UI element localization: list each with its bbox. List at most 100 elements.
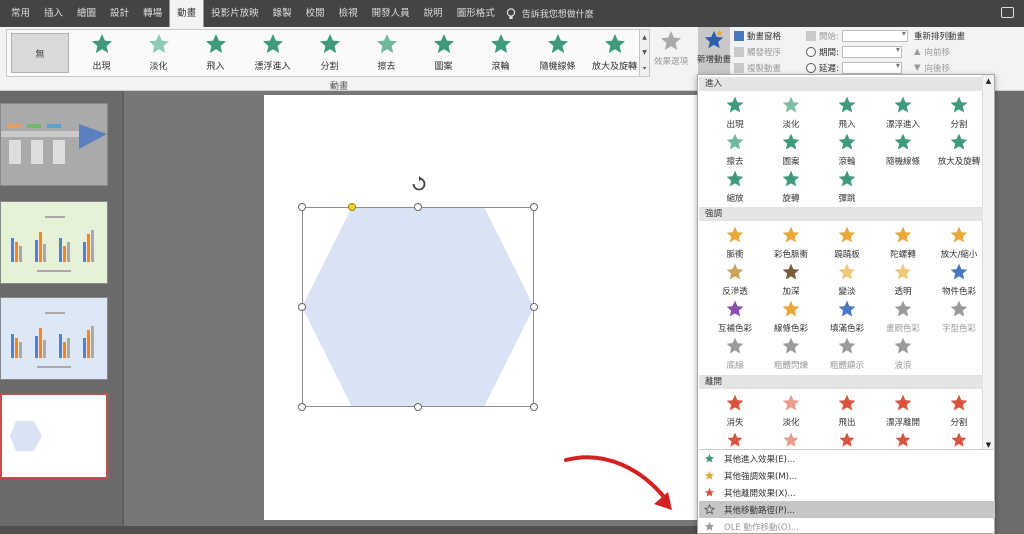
animation-effect-item[interactable]: 畫刷色彩 xyxy=(874,299,932,334)
add-animation-button[interactable]: 新增動畫 xyxy=(697,27,731,75)
animation-effect-item[interactable] xyxy=(818,431,876,449)
animation-effect-item[interactable]: 縮放 xyxy=(706,169,764,204)
animation-effect-item[interactable]: 變淡 xyxy=(818,262,876,297)
move-earlier-button[interactable]: ▲ 向前移 xyxy=(914,45,965,58)
tab-item[interactable]: 動畫 xyxy=(169,0,205,27)
tab-item[interactable]: 開發人員 xyxy=(365,0,417,27)
animation-effect-item[interactable]: 彩色脈衝 xyxy=(762,225,820,260)
adjust-handle[interactable] xyxy=(348,203,356,211)
gallery-item[interactable]: 漂浮進入 xyxy=(244,30,301,76)
gallery-item[interactable]: 飛入 xyxy=(187,30,244,76)
animation-effect-item[interactable]: 淡化 xyxy=(762,95,820,130)
animation-effect-item[interactable]: 反滲透 xyxy=(706,262,764,297)
comments-icon[interactable] xyxy=(1001,7,1014,18)
animation-effect-item[interactable] xyxy=(874,431,932,449)
gallery-item[interactable]: 圖案 xyxy=(415,30,472,76)
slide-thumbnail[interactable] xyxy=(0,297,108,380)
animation-effect-item[interactable]: 放大/縮小 xyxy=(930,225,988,260)
animation-effect-item[interactable]: 旋轉 xyxy=(762,169,820,204)
animation-effect-item[interactable]: 隨機線條 xyxy=(874,132,932,167)
tab-item[interactable]: 校閱 xyxy=(299,0,332,27)
animation-effect-item[interactable]: 分割 xyxy=(930,393,988,428)
gallery-item[interactable]: 淡化 xyxy=(130,30,187,76)
more-effects-item[interactable]: 其他離開效果(X)... xyxy=(699,484,995,501)
resize-handle-bottom[interactable] xyxy=(414,403,422,411)
tab-item[interactable]: 投影片放映 xyxy=(204,0,266,27)
tell-me-search[interactable]: 告訴我您想做什麼 xyxy=(506,7,594,20)
tab-item[interactable]: 常用 xyxy=(4,0,37,27)
animation-effect-item[interactable]: 波浪 xyxy=(874,336,932,371)
animation-effect-item[interactable]: 透明 xyxy=(874,262,932,297)
scroll-down-icon[interactable]: ▼ xyxy=(642,49,647,56)
animation-effect-item[interactable]: 漂浮離開 xyxy=(874,393,932,428)
resize-handle-bottom-left[interactable] xyxy=(298,403,306,411)
animation-effect-item[interactable]: 脈衝 xyxy=(706,225,764,260)
rotate-handle-icon[interactable] xyxy=(411,176,427,192)
gallery-item[interactable]: 滾輪 xyxy=(472,30,529,76)
animation-effect-item[interactable]: 擦去 xyxy=(706,132,764,167)
animation-effect-item[interactable]: 消失 xyxy=(706,393,764,428)
gallery-item[interactable]: 分割 xyxy=(301,30,358,76)
more-effects-item[interactable]: OLE 動作移動(O)... xyxy=(699,518,995,534)
animation-effect-item[interactable]: 蹺蹺板 xyxy=(818,225,876,260)
animation-effect-item[interactable]: 漂浮進入 xyxy=(874,95,932,130)
more-effects-item[interactable]: 其他強調效果(M)... xyxy=(699,467,995,484)
animation-effect-item[interactable]: 字型色彩 xyxy=(930,299,988,334)
scroll-up-icon[interactable]: ▲ xyxy=(983,77,994,85)
tab-item[interactable]: 繪圖 xyxy=(70,0,103,27)
animation-effect-item[interactable]: 飛入 xyxy=(818,95,876,130)
resize-handle-bottom-right[interactable] xyxy=(530,403,538,411)
animation-effect-item[interactable] xyxy=(706,431,764,449)
animation-effect-item[interactable]: 淡化 xyxy=(762,393,820,428)
slide-thumbnail[interactable] xyxy=(0,103,108,186)
expand-gallery-icon[interactable]: ▾ xyxy=(643,65,646,72)
more-effects-item[interactable]: 其他移動路徑(P)... xyxy=(699,501,995,518)
tab-item[interactable]: 圖形格式 xyxy=(450,0,502,27)
trigger-button[interactable]: 觸發程序 xyxy=(734,45,781,58)
start-select[interactable] xyxy=(841,29,908,42)
resize-handle-top[interactable] xyxy=(414,203,422,211)
scroll-up-icon[interactable]: ▲ xyxy=(642,34,647,41)
move-later-button[interactable]: ▼ 向後移 xyxy=(914,61,965,74)
animation-effect-item[interactable]: 彈跳 xyxy=(818,169,876,204)
animation-effect-item[interactable]: 放大及旋轉 xyxy=(930,132,988,167)
animation-effect-item[interactable]: 粗體閃爍 xyxy=(762,336,820,371)
tab-item[interactable]: 插入 xyxy=(37,0,70,27)
effect-options-button[interactable]: 效果選項 xyxy=(650,29,692,77)
animation-painter-button[interactable]: 複製動畫 xyxy=(734,61,781,74)
animation-effect-item[interactable]: 互補色彩 xyxy=(706,299,764,334)
resize-handle-top-right[interactable] xyxy=(530,203,538,211)
gallery-item[interactable]: 出現 xyxy=(73,30,130,76)
animation-effect-item[interactable]: 填滿色彩 xyxy=(818,299,876,334)
animation-effect-item[interactable]: 底線 xyxy=(706,336,764,371)
animation-effect-item[interactable]: 陀螺轉 xyxy=(874,225,932,260)
tab-item[interactable]: 設計 xyxy=(103,0,136,27)
tab-item[interactable]: 檢視 xyxy=(332,0,365,27)
animation-effect-item[interactable]: 圖案 xyxy=(762,132,820,167)
resize-handle-right[interactable] xyxy=(530,303,538,311)
animation-effect-item[interactable]: 飛出 xyxy=(818,393,876,428)
tab-item[interactable]: 錄製 xyxy=(266,0,299,27)
animation-effect-item[interactable]: 滾輪 xyxy=(818,132,876,167)
animation-effect-item[interactable]: 物件色彩 xyxy=(930,262,988,297)
delay-spinner[interactable] xyxy=(841,61,902,74)
tab-item[interactable]: 說明 xyxy=(417,0,450,27)
animation-effect-item[interactable] xyxy=(762,431,820,449)
gallery-item-none[interactable]: 無 xyxy=(11,33,69,73)
animation-effect-item[interactable]: 分割 xyxy=(930,95,988,130)
resize-handle-left[interactable] xyxy=(298,303,306,311)
slide-thumbnail-selected[interactable] xyxy=(0,393,108,479)
animation-effect-item[interactable]: 加深 xyxy=(762,262,820,297)
tab-item[interactable]: 轉場 xyxy=(136,0,169,27)
animation-effect-item[interactable]: 線條色彩 xyxy=(762,299,820,334)
gallery-item[interactable]: 放大及旋轉 xyxy=(586,30,643,76)
resize-handle-top-left[interactable] xyxy=(298,203,306,211)
more-effects-item[interactable]: 其他進入效果(E)... xyxy=(699,450,995,467)
animation-pane-button[interactable]: 動畫窗格 xyxy=(734,29,781,42)
animation-effect-item[interactable]: 粗體顯示 xyxy=(818,336,876,371)
duration-spinner[interactable] xyxy=(841,45,902,58)
gallery-item[interactable]: 隨機線條 xyxy=(529,30,586,76)
gallery-scrollbar[interactable]: ▲ ▼ ▾ xyxy=(639,30,649,76)
gallery-item[interactable]: 擦去 xyxy=(358,30,415,76)
slide-thumbnail[interactable] xyxy=(0,201,108,284)
